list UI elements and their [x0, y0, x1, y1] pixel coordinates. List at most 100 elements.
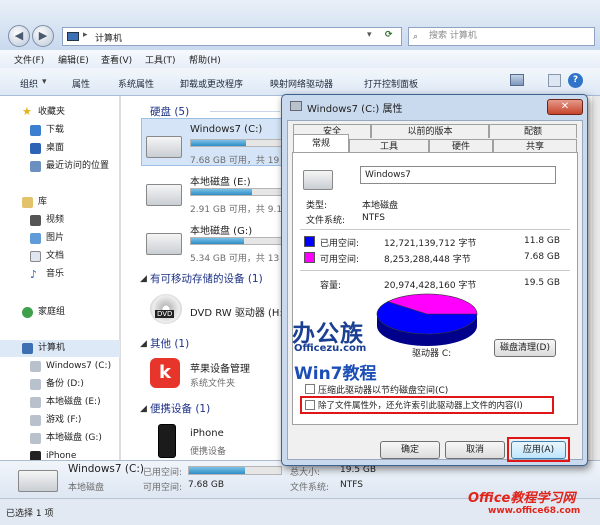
nav-drive-g[interactable]: 本地磁盘 (G:) [0, 430, 120, 447]
menu-help[interactable]: 帮助(H) [189, 53, 221, 66]
drive-icon [30, 397, 41, 408]
nav-iphone[interactable]: iPhone [0, 448, 120, 460]
chevron-down-icon[interactable]: ▾ [367, 30, 372, 40]
cancel-button[interactable]: 取消 [445, 441, 505, 459]
nav-music[interactable]: ♪ 音乐 [0, 266, 120, 283]
dvd-drive-name[interactable]: DVD RW 驱动器 (H:) [190, 304, 287, 319]
search-placeholder: 搜索 计算机 [429, 31, 477, 41]
properties-button[interactable]: 属性 [72, 77, 90, 90]
control-panel-button[interactable]: 打开控制面板 [364, 77, 418, 90]
breadcrumb[interactable]: 计算机 [95, 31, 122, 44]
drive-g-name[interactable]: 本地磁盘 (G:) [190, 222, 252, 237]
star-icon: ★ [22, 105, 32, 118]
help-icon[interactable]: ? [568, 73, 583, 88]
group-hard-disks[interactable]: 硬盘 (5) [150, 104, 189, 119]
chevron-down-icon[interactable]: ◢ [140, 274, 147, 284]
tab-sharing[interactable]: 共享 [493, 139, 577, 153]
forward-button[interactable]: ▶ [32, 25, 54, 47]
dvd-icon: DVD [150, 294, 182, 324]
views-icon[interactable] [510, 74, 524, 86]
fs-label: 文件系统: [306, 216, 346, 226]
refresh-icon[interactable]: ⟳ [385, 30, 393, 40]
drive-c-free: 7.68 GB 可用，共 19 [190, 156, 280, 166]
nav-libraries[interactable]: 库 [0, 194, 120, 211]
used-bytes: 12,721,139,712 字节 [384, 239, 477, 249]
chevron-right-icon: ▸ [83, 30, 88, 40]
nav-homegroup[interactable]: 家庭组 [0, 304, 120, 321]
chevron-down-icon[interactable]: ◢ [140, 404, 147, 414]
nav-drive-e[interactable]: 本地磁盘 (E:) [0, 394, 120, 411]
system-properties-button[interactable]: 系统属性 [118, 77, 154, 90]
index-checkbox[interactable] [305, 400, 315, 410]
menu-file[interactable]: 文件(F) [14, 53, 44, 66]
menu-view[interactable]: 查看(V) [101, 53, 132, 66]
content-scrollbar[interactable] [592, 96, 600, 460]
apply-button[interactable]: 应用(A) [511, 441, 566, 459]
group-portable[interactable]: 便携设备 (1) [150, 401, 210, 416]
organize-button[interactable]: 组织 [20, 77, 38, 90]
apple-device-manager-icon: k [150, 358, 180, 388]
drive-icon [30, 379, 41, 390]
nav-pictures[interactable]: 图片 [0, 230, 120, 247]
index-label[interactable]: 除了文件属性外，还允许索引此驱动器上文件的内容(I) [318, 399, 523, 411]
back-button[interactable]: ◀ [8, 25, 30, 47]
homegroup-icon [22, 307, 33, 318]
nav-drive-d[interactable]: 备份 (D:) [0, 376, 120, 393]
menu-edit[interactable]: 编辑(E) [58, 53, 89, 66]
free-label: 可用空间: [320, 255, 360, 265]
navigation-pane: ★ 收藏夹 下载 桌面 最近访问的位置 库 视频 图片 文档 ♪ 音乐 家庭组 计算… [0, 96, 120, 460]
uninstall-button[interactable]: 卸载或更改程序 [180, 77, 243, 90]
other-item-desc: 系统文件夹 [190, 379, 236, 389]
nav-desktop[interactable]: 桌面 [0, 140, 120, 157]
volume-name-input[interactable]: Windows7 [360, 166, 556, 184]
nav-documents[interactable]: 文档 [0, 248, 120, 265]
iphone-name[interactable]: iPhone [190, 428, 224, 439]
documents-icon [30, 251, 41, 262]
search-input[interactable]: ⌕ 搜索 计算机 [408, 27, 595, 46]
other-item-name[interactable]: 苹果设备管理 [190, 360, 250, 375]
drive-c-name[interactable]: Windows7 (C:) [190, 124, 262, 135]
nav-favorites[interactable]: ★ 收藏夹 [0, 104, 120, 121]
preview-pane-icon[interactable] [548, 74, 561, 87]
group-removable[interactable]: 有可移动存储的设备 (1) [150, 271, 263, 286]
tab-general[interactable]: 常规 [293, 134, 349, 152]
drive-e-usage-bar [190, 188, 282, 196]
computer-icon [67, 32, 79, 41]
details-free-label: 可用空间: [143, 483, 183, 493]
compress-checkbox[interactable] [305, 384, 315, 394]
ok-button[interactable]: 确定 [380, 441, 440, 459]
watermark-office68-sub: www.office68.com [488, 506, 581, 516]
nav-drive-f[interactable]: 游戏 (F:) [0, 412, 120, 429]
dialog-close-button[interactable]: ✕ [547, 99, 583, 115]
nav-recent[interactable]: 最近访问的位置 [0, 158, 120, 175]
capacity-label: 容量: [320, 281, 342, 291]
drive-e-name[interactable]: 本地磁盘 (E:) [190, 173, 251, 188]
compress-label[interactable]: 压缩此驱动器以节约磁盘空间(C) [318, 383, 448, 396]
address-input[interactable]: ▸ 计算机 ▾ ⟳ [62, 27, 402, 46]
nav-drive-c[interactable]: Windows7 (C:) [0, 358, 120, 375]
group-other[interactable]: 其他 (1) [150, 336, 189, 351]
disk-cleanup-button[interactable]: 磁盘清理(D) [494, 339, 556, 357]
tab-tools[interactable]: 工具 [349, 139, 429, 153]
drive-label: 驱动器 C: [412, 349, 452, 359]
watermark-logo-officezu-sub: Officezu.com [294, 343, 367, 354]
free-gb: 7.68 GB [524, 252, 561, 262]
nav-downloads[interactable]: 下载 [0, 122, 120, 139]
nav-computer[interactable]: 计算机 [0, 340, 120, 357]
drive-c-usage-bar [190, 139, 282, 147]
computer-icon [22, 343, 33, 354]
chevron-down-icon[interactable]: ◢ [140, 339, 147, 349]
video-icon [30, 215, 41, 226]
details-drive-type: 本地磁盘 [68, 483, 105, 493]
menu-tools[interactable]: 工具(T) [145, 53, 176, 66]
drive-icon [30, 433, 41, 444]
status-selection: 已选择 1 项 [6, 509, 54, 519]
tab-previous-versions[interactable]: 以前的版本 [371, 124, 489, 138]
nav-videos[interactable]: 视频 [0, 212, 120, 229]
pictures-icon [30, 233, 41, 244]
tab-hardware[interactable]: 硬件 [429, 139, 493, 153]
map-drive-button[interactable]: 映射网络驱动器 [270, 77, 333, 90]
used-gb: 11.8 GB [524, 236, 561, 246]
tab-quota[interactable]: 配额 [489, 124, 577, 138]
volume-drive-icon [303, 170, 333, 190]
